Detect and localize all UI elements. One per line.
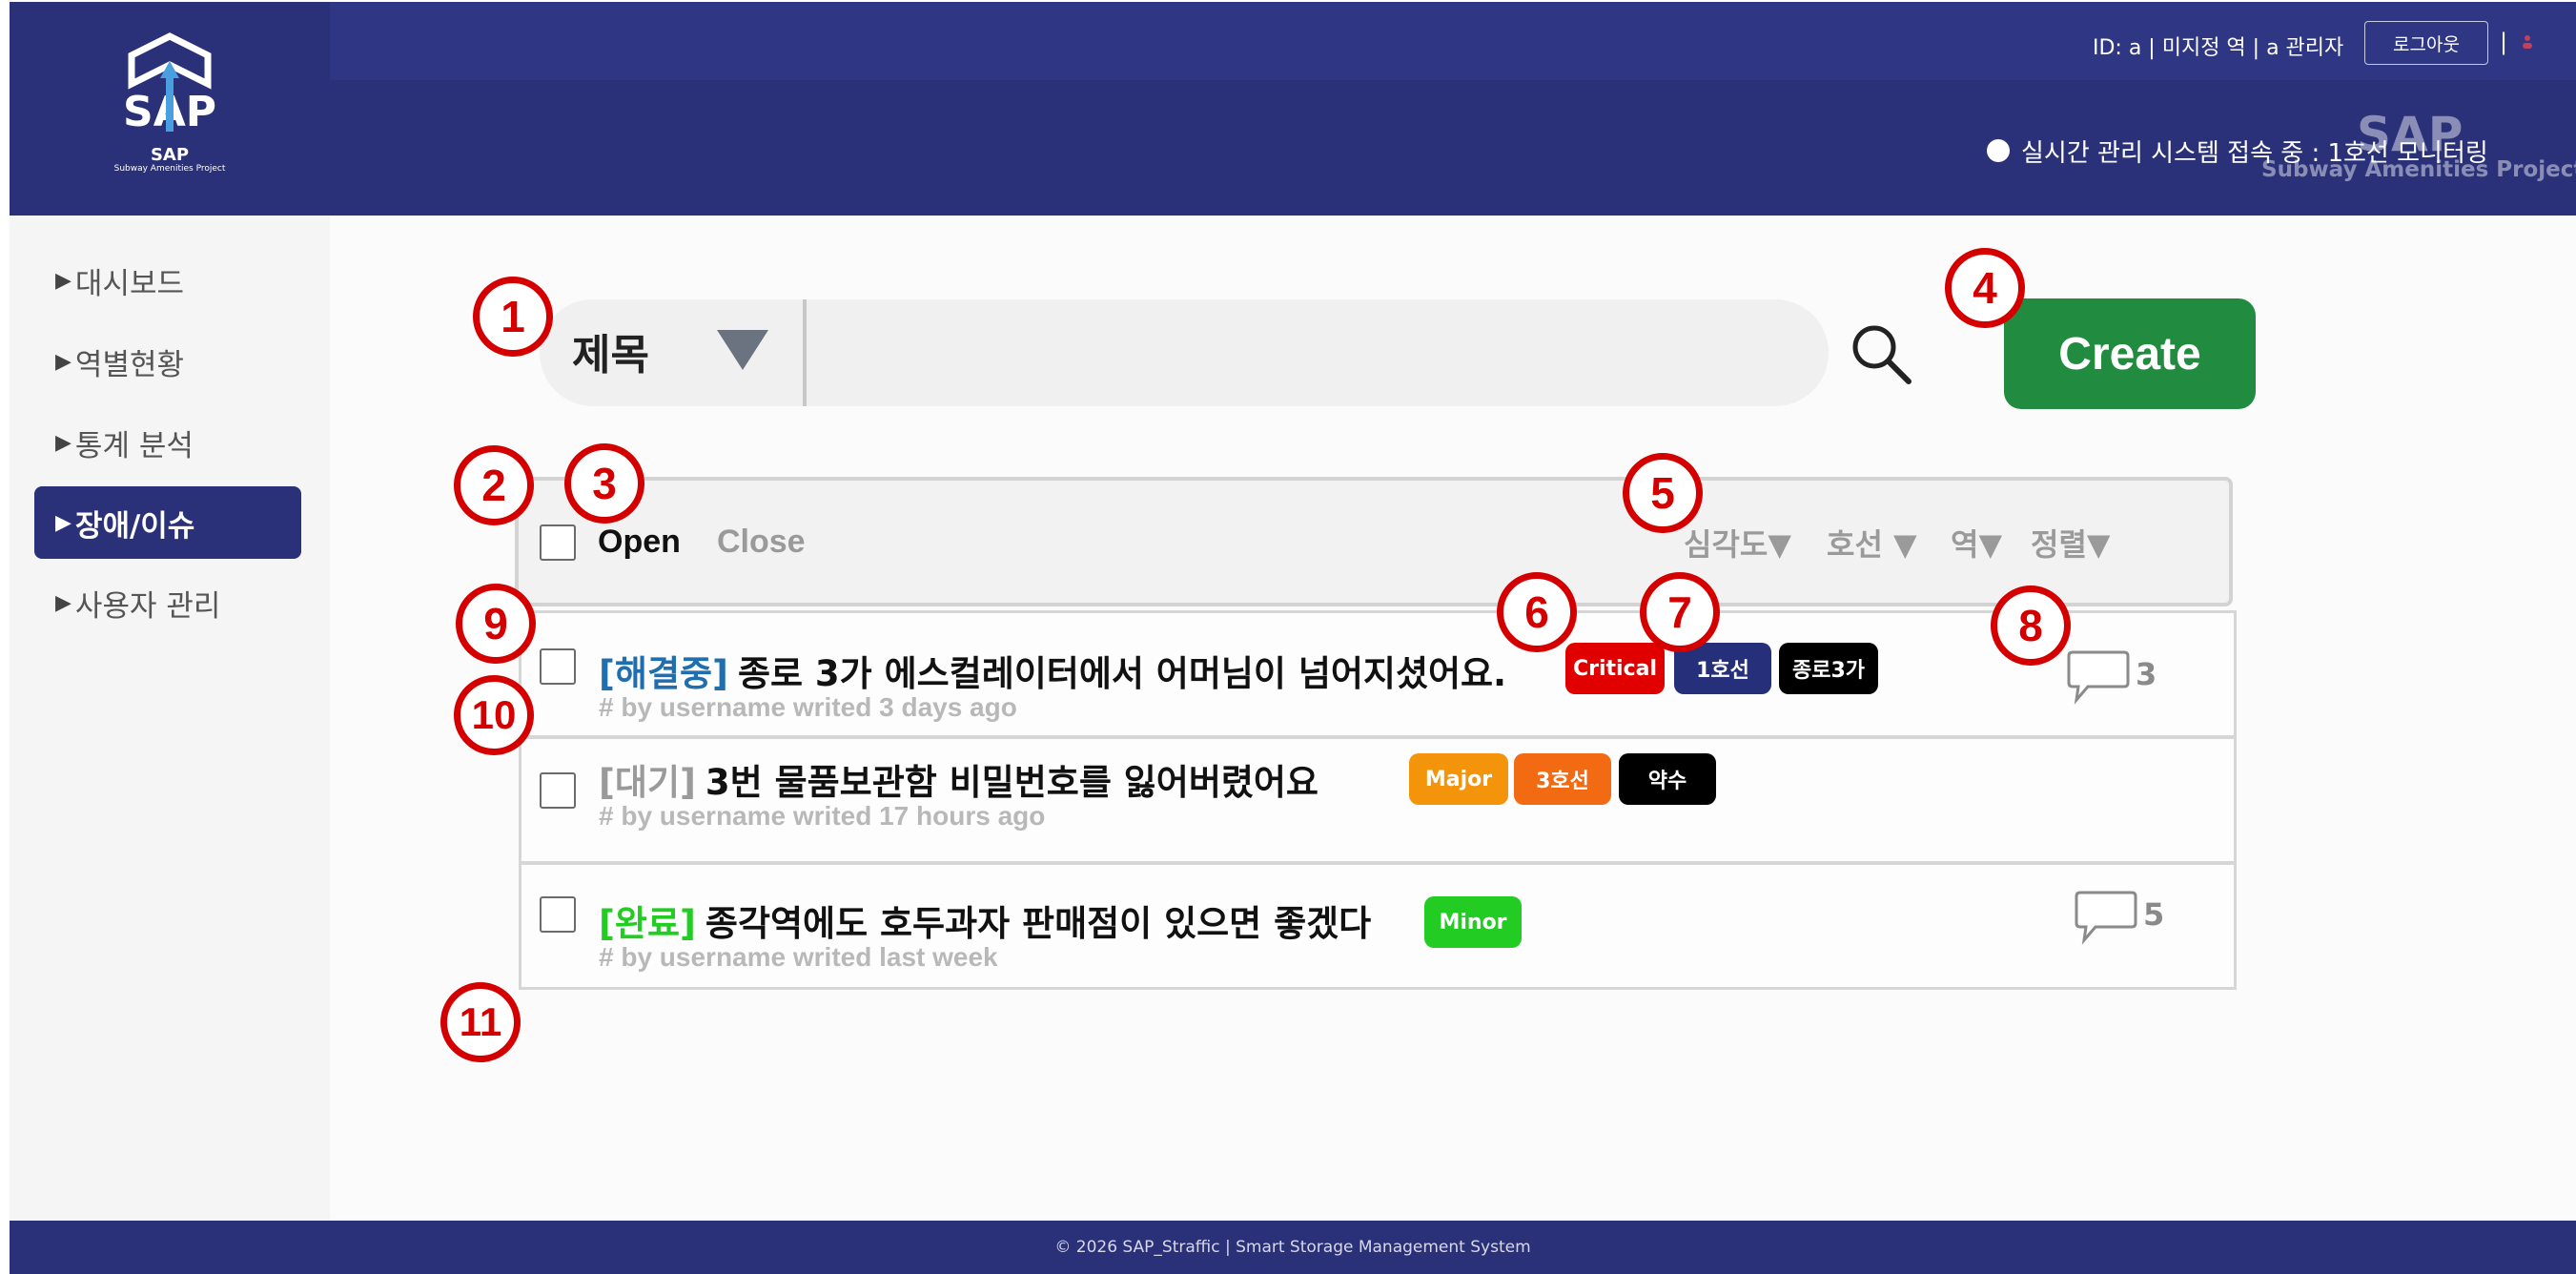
user-info: ID: a | 미지정 역 | a 관리자 (2093, 36, 2344, 60)
triangle-right-icon: ▶ (55, 430, 72, 455)
issue-checkbox[interactable] (540, 772, 576, 809)
severity-tag[interactable]: Minor (1424, 896, 1522, 948)
annotation-marker: 10 (454, 675, 534, 755)
watermark-subtitle: Subway Amenities Project (2261, 157, 2576, 182)
annotation-marker: 3 (564, 443, 644, 524)
triangle-right-icon: ▶ (55, 268, 72, 293)
sidebar-item-label: 사용자 관리 (74, 588, 221, 624)
header: SAP SAP Subway Amenities Project ID: a |… (10, 2, 2576, 216)
annotation-marker: 2 (454, 445, 534, 525)
sidebar-item-statistics[interactable]: ▶ 통계 분석 (34, 406, 301, 479)
comment-count: 5 (2143, 896, 2165, 933)
open-filter-tab[interactable]: Open (598, 524, 681, 561)
logo-title: SAP (150, 145, 190, 165)
comment-icon[interactable] (2065, 647, 2132, 706)
annotation-marker: 5 (1623, 453, 1703, 533)
annotation-marker: 1 (473, 277, 553, 357)
logout-button[interactable]: 로그아웃 (2364, 21, 2488, 65)
close-filter-tab[interactable]: Close (717, 524, 806, 561)
sidebar-item-user-management[interactable]: ▶ 사용자 관리 (34, 566, 301, 639)
issue-title-text: 종각역에도 호두과자 판매점이 있으면 좋겠다 (705, 903, 1372, 944)
search-type-select[interactable]: 제목 (572, 320, 649, 381)
sort-dropdown[interactable]: 정렬▼ (2031, 521, 2111, 565)
issue-status: [해결중] (599, 653, 728, 694)
annotation-marker: 4 (1945, 248, 2025, 328)
logo-subtitle: Subway Amenities Project (113, 164, 226, 174)
issue-title[interactable]: [해결중] 종로 3가 에스컬레이터에서 어머님이 넘어지셨어요. (599, 645, 1506, 696)
sidebar-item-label: 장애/이슈 (74, 508, 195, 544)
issue-status: [대기] (599, 762, 696, 803)
triangle-right-icon: ▶ (55, 590, 72, 615)
sap-logo-icon: SAP (123, 32, 216, 136)
issue-checkbox[interactable] (540, 896, 576, 933)
line-tag[interactable]: 3호선 (1514, 753, 1611, 805)
footer-text: © 2026 SAP_Straffic | Smart Storage Mana… (1054, 1238, 1531, 1257)
search-icon[interactable] (1848, 320, 1916, 389)
station-tag[interactable]: 약수 (1619, 753, 1716, 805)
issue-title[interactable]: [완료] 종각역에도 호두과자 판매점이 있으면 좋겠다 (599, 894, 1371, 946)
create-button[interactable]: Create (2004, 298, 2256, 409)
issue-checkbox[interactable] (540, 648, 576, 685)
dropdown-caret-icon[interactable] (717, 330, 768, 370)
issue-title[interactable]: [대기] 3번 물품보관함 비밀번호를 잃어버렸어요 (599, 753, 1319, 805)
station-tag[interactable]: 종로3가 (1779, 643, 1878, 694)
search-divider (803, 299, 807, 406)
issue-meta: # by username writed last week (599, 942, 998, 972)
triangle-right-icon: ▶ (55, 510, 72, 535)
footer: © 2026 SAP_Straffic | Smart Storage Mana… (10, 1221, 2576, 1274)
search-input[interactable] (820, 315, 1815, 393)
line-filter-dropdown[interactable]: 호선 ▼ (1827, 521, 1917, 565)
watermark-title: SAP (2357, 107, 2464, 162)
issue-title-text: 종로 3가 에스컬레이터에서 어머님이 넘어지셨어요. (737, 653, 1507, 694)
sidebar-item-issues[interactable]: ▶ 장애/이슈 (34, 486, 301, 559)
annotation-marker: 9 (456, 584, 536, 664)
sidebar-item-label: 통계 분석 (74, 428, 194, 463)
select-all-checkbox[interactable] (540, 524, 576, 561)
sidebar-item-station-status[interactable]: ▶ 역별현황 (34, 325, 301, 398)
triangle-right-icon: ▶ (55, 349, 72, 374)
sidebar-item-dashboard[interactable]: ▶ 대시보드 (34, 244, 301, 317)
comment-count: 3 (2136, 656, 2157, 692)
issue-meta: # by username writed 17 hours ago (599, 801, 1046, 831)
annotation-marker: 6 (1497, 572, 1577, 652)
status-indicator-icon (1987, 139, 2010, 162)
annotation-marker: 8 (1991, 586, 2071, 666)
issue-status: [완료] (599, 903, 696, 944)
severity-tag[interactable]: Major (1409, 753, 1508, 805)
annotation-marker: 7 (1640, 572, 1720, 652)
severity-tag[interactable]: Critical (1565, 643, 1665, 694)
sidebar-item-label: 대시보드 (74, 266, 185, 301)
comment-icon[interactable] (2073, 887, 2139, 946)
user-icon[interactable] (2522, 34, 2533, 50)
annotation-marker: 11 (440, 982, 521, 1062)
logo[interactable]: SAP SAP Subway Amenities Project (10, 2, 330, 216)
issue-title-text: 3번 물품보관함 비밀번호를 잃어버렸어요 (705, 762, 1319, 803)
severity-filter-dropdown[interactable]: 심각도▼ (1684, 521, 1791, 565)
sidebar-item-label: 역별현황 (74, 347, 185, 382)
station-filter-dropdown[interactable]: 역▼ (1951, 521, 2002, 565)
header-separator: | (2500, 29, 2508, 55)
issue-meta: # by username writed 3 days ago (599, 692, 1017, 722)
